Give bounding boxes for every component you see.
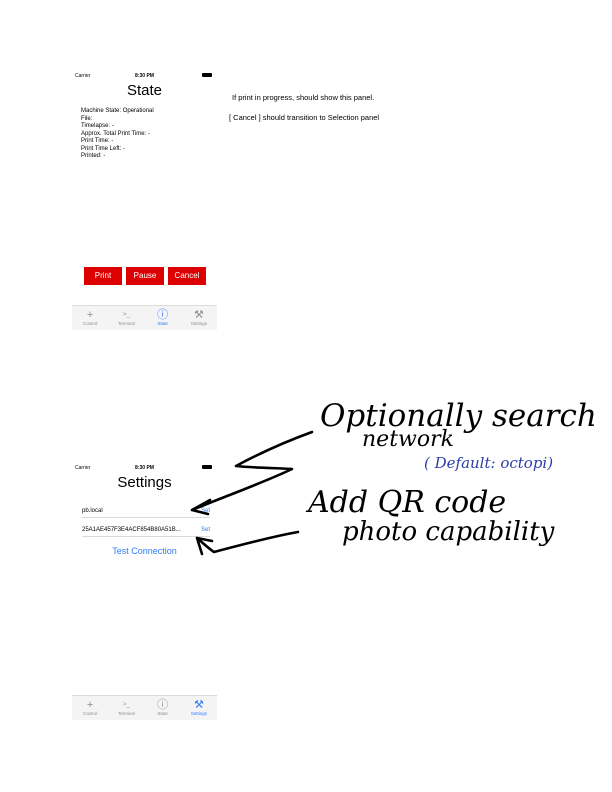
note-network: network xyxy=(362,427,454,452)
note-add-qr-code: Add QR code xyxy=(305,485,506,520)
handwritten-annotations: Optionally search network ( Default: oct… xyxy=(190,398,597,556)
note-default-octopi: ( Default: octopi) xyxy=(424,454,553,472)
arrow-to-host-field xyxy=(190,430,314,516)
arrow-to-api-key-field xyxy=(195,530,300,556)
note-photo-capability: photo capability xyxy=(342,517,555,547)
